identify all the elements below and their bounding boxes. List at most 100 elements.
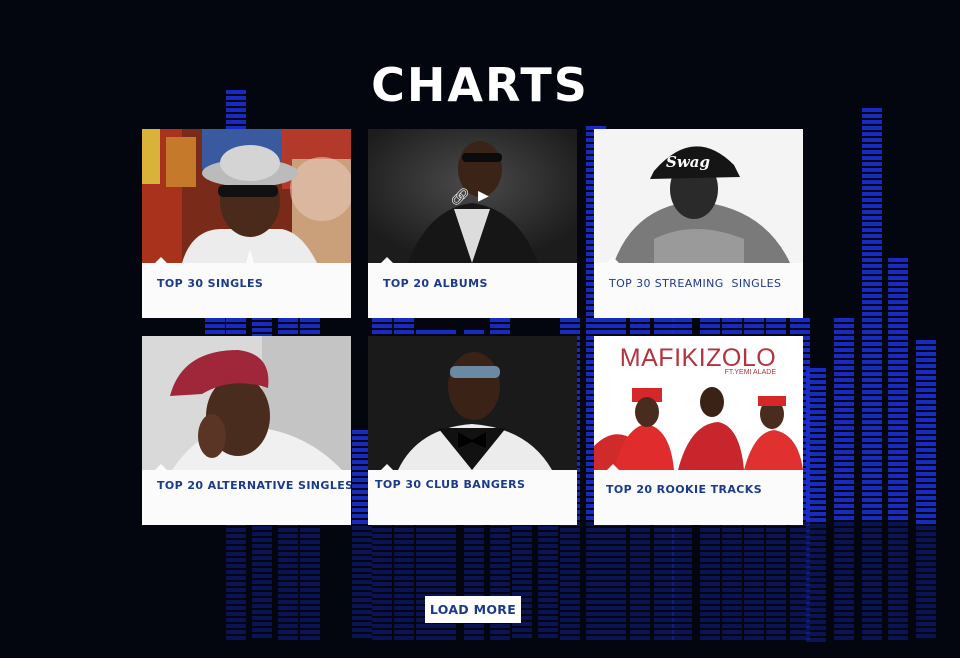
equalizer-segment <box>560 540 580 544</box>
equalizer-segment <box>916 568 936 572</box>
equalizer-segment <box>888 324 908 328</box>
equalizer-segment <box>586 618 606 622</box>
load-more-button[interactable]: LOAD MORE <box>425 596 521 623</box>
equalizer-segment <box>560 552 580 556</box>
equalizer-segment <box>744 528 764 532</box>
equalizer-segment <box>606 606 626 610</box>
equalizer-segment <box>916 544 936 548</box>
equalizer-segment <box>834 486 854 490</box>
equalizer-segment <box>606 564 626 568</box>
chart-card-top-30-streaming-singles[interactable]: Swag TOP 30 STREAMING SINGLES <box>594 129 803 318</box>
equalizer-segment <box>806 560 826 564</box>
equalizer-segment <box>394 618 414 622</box>
equalizer-segment <box>862 438 882 442</box>
equalizer-segment <box>888 282 908 286</box>
cover-title: MAFIKIZOLO <box>620 344 776 372</box>
equalizer-segment <box>512 586 532 590</box>
equalizer-segment <box>862 492 882 496</box>
card-label: TOP 30 SINGLES <box>157 277 264 290</box>
equalizer-segment <box>722 330 742 334</box>
equalizer-segment <box>252 550 272 554</box>
chart-card-top-30-singles[interactable]: TOP 30 SINGLES <box>142 129 351 318</box>
equalizer-segment <box>700 324 720 328</box>
equalizer-segment <box>278 564 298 568</box>
equalizer-segment <box>436 552 456 556</box>
equalizer-segment <box>586 324 606 328</box>
equalizer-segment <box>888 456 908 460</box>
equalizer-segment <box>372 612 392 616</box>
chart-card-top-20-alternative-singles[interactable]: TOP 20 ALTERNATIVE SINGLES <box>142 336 351 525</box>
equalizer-segment <box>560 600 580 604</box>
equalizer-segment <box>372 576 392 580</box>
equalizer-segment <box>744 564 764 568</box>
equalizer-segment <box>834 588 854 592</box>
equalizer-segment <box>834 558 854 562</box>
link-icon[interactable]: 🔗︎ <box>450 187 470 207</box>
equalizer-segment <box>300 534 320 538</box>
equalizer-segment <box>862 342 882 346</box>
equalizer-segment <box>862 540 882 544</box>
equalizer-segment <box>916 574 936 578</box>
chart-card-top-30-club-bangers[interactable]: TOP 30 CLUB BANGERS <box>368 336 577 525</box>
equalizer-segment <box>766 600 786 604</box>
equalizer-segment <box>744 330 764 334</box>
equalizer-segment <box>586 630 606 634</box>
equalizer-segment <box>654 570 674 574</box>
equalizer-segment <box>916 502 936 506</box>
equalizer-segment <box>464 330 484 334</box>
equalizer-segment <box>252 544 272 548</box>
equalizer-segment <box>862 210 882 214</box>
equalizer-segment <box>834 414 854 418</box>
equalizer-segment <box>606 612 626 616</box>
equalizer-segment <box>862 564 882 568</box>
equalizer-segment <box>538 544 558 548</box>
equalizer-segment <box>586 540 606 544</box>
equalizer-segment <box>916 598 936 602</box>
equalizer-segment <box>916 442 936 446</box>
equalizer-segment <box>806 434 826 438</box>
equalizer-segment <box>654 576 674 580</box>
equalizer-segment <box>806 392 826 396</box>
equalizer-segment <box>834 348 854 352</box>
equalizer-segment <box>700 612 720 616</box>
equalizer-segment <box>372 552 392 556</box>
equalizer-segment <box>560 546 580 550</box>
equalizer-segment <box>654 618 674 622</box>
equalizer-segment <box>586 600 606 604</box>
equalizer-segment <box>372 582 392 586</box>
equalizer-segment <box>862 120 882 124</box>
chart-card-top-20-rookie-tracks[interactable]: MAFIKIZOLO FT.YEMI ALADE TOP 20 ROOKIE T… <box>594 336 803 525</box>
equalizer-segment <box>834 612 854 616</box>
equalizer-segment <box>862 240 882 244</box>
card-notch <box>380 257 394 264</box>
equalizer-segment <box>560 630 580 634</box>
chart-card-top-20-albums[interactable]: 🔗︎ ▶ TOP 20 ALBUMS <box>368 129 577 318</box>
equalizer-segment <box>630 588 650 592</box>
equalizer-segment <box>416 546 436 550</box>
equalizer-segment <box>436 624 456 628</box>
equalizer-segment <box>916 394 936 398</box>
equalizer-segment <box>560 594 580 598</box>
equalizer-segment <box>888 294 908 298</box>
equalizer-segment <box>300 630 320 634</box>
equalizer-segment <box>586 534 606 538</box>
equalizer-segment <box>862 420 882 424</box>
equalizer-segment <box>744 318 764 322</box>
equalizer-segment <box>490 564 510 568</box>
equalizer-segment <box>352 526 372 530</box>
equalizer-segment <box>630 558 650 562</box>
play-icon[interactable]: ▶ <box>478 187 489 204</box>
equalizer-segment <box>654 588 674 592</box>
equalizer-segment <box>300 582 320 586</box>
equalizer-segment <box>252 568 272 572</box>
equalizer-segment <box>352 586 372 590</box>
equalizer-segment <box>416 558 436 562</box>
equalizer-segment <box>722 582 742 586</box>
equalizer-segment <box>700 624 720 628</box>
equalizer-segment <box>862 558 882 562</box>
equalizer-segment <box>806 410 826 414</box>
equalizer-segment <box>630 552 650 556</box>
equalizer-segment <box>352 538 372 542</box>
equalizer-segment <box>862 546 882 550</box>
equalizer-segment <box>252 574 272 578</box>
